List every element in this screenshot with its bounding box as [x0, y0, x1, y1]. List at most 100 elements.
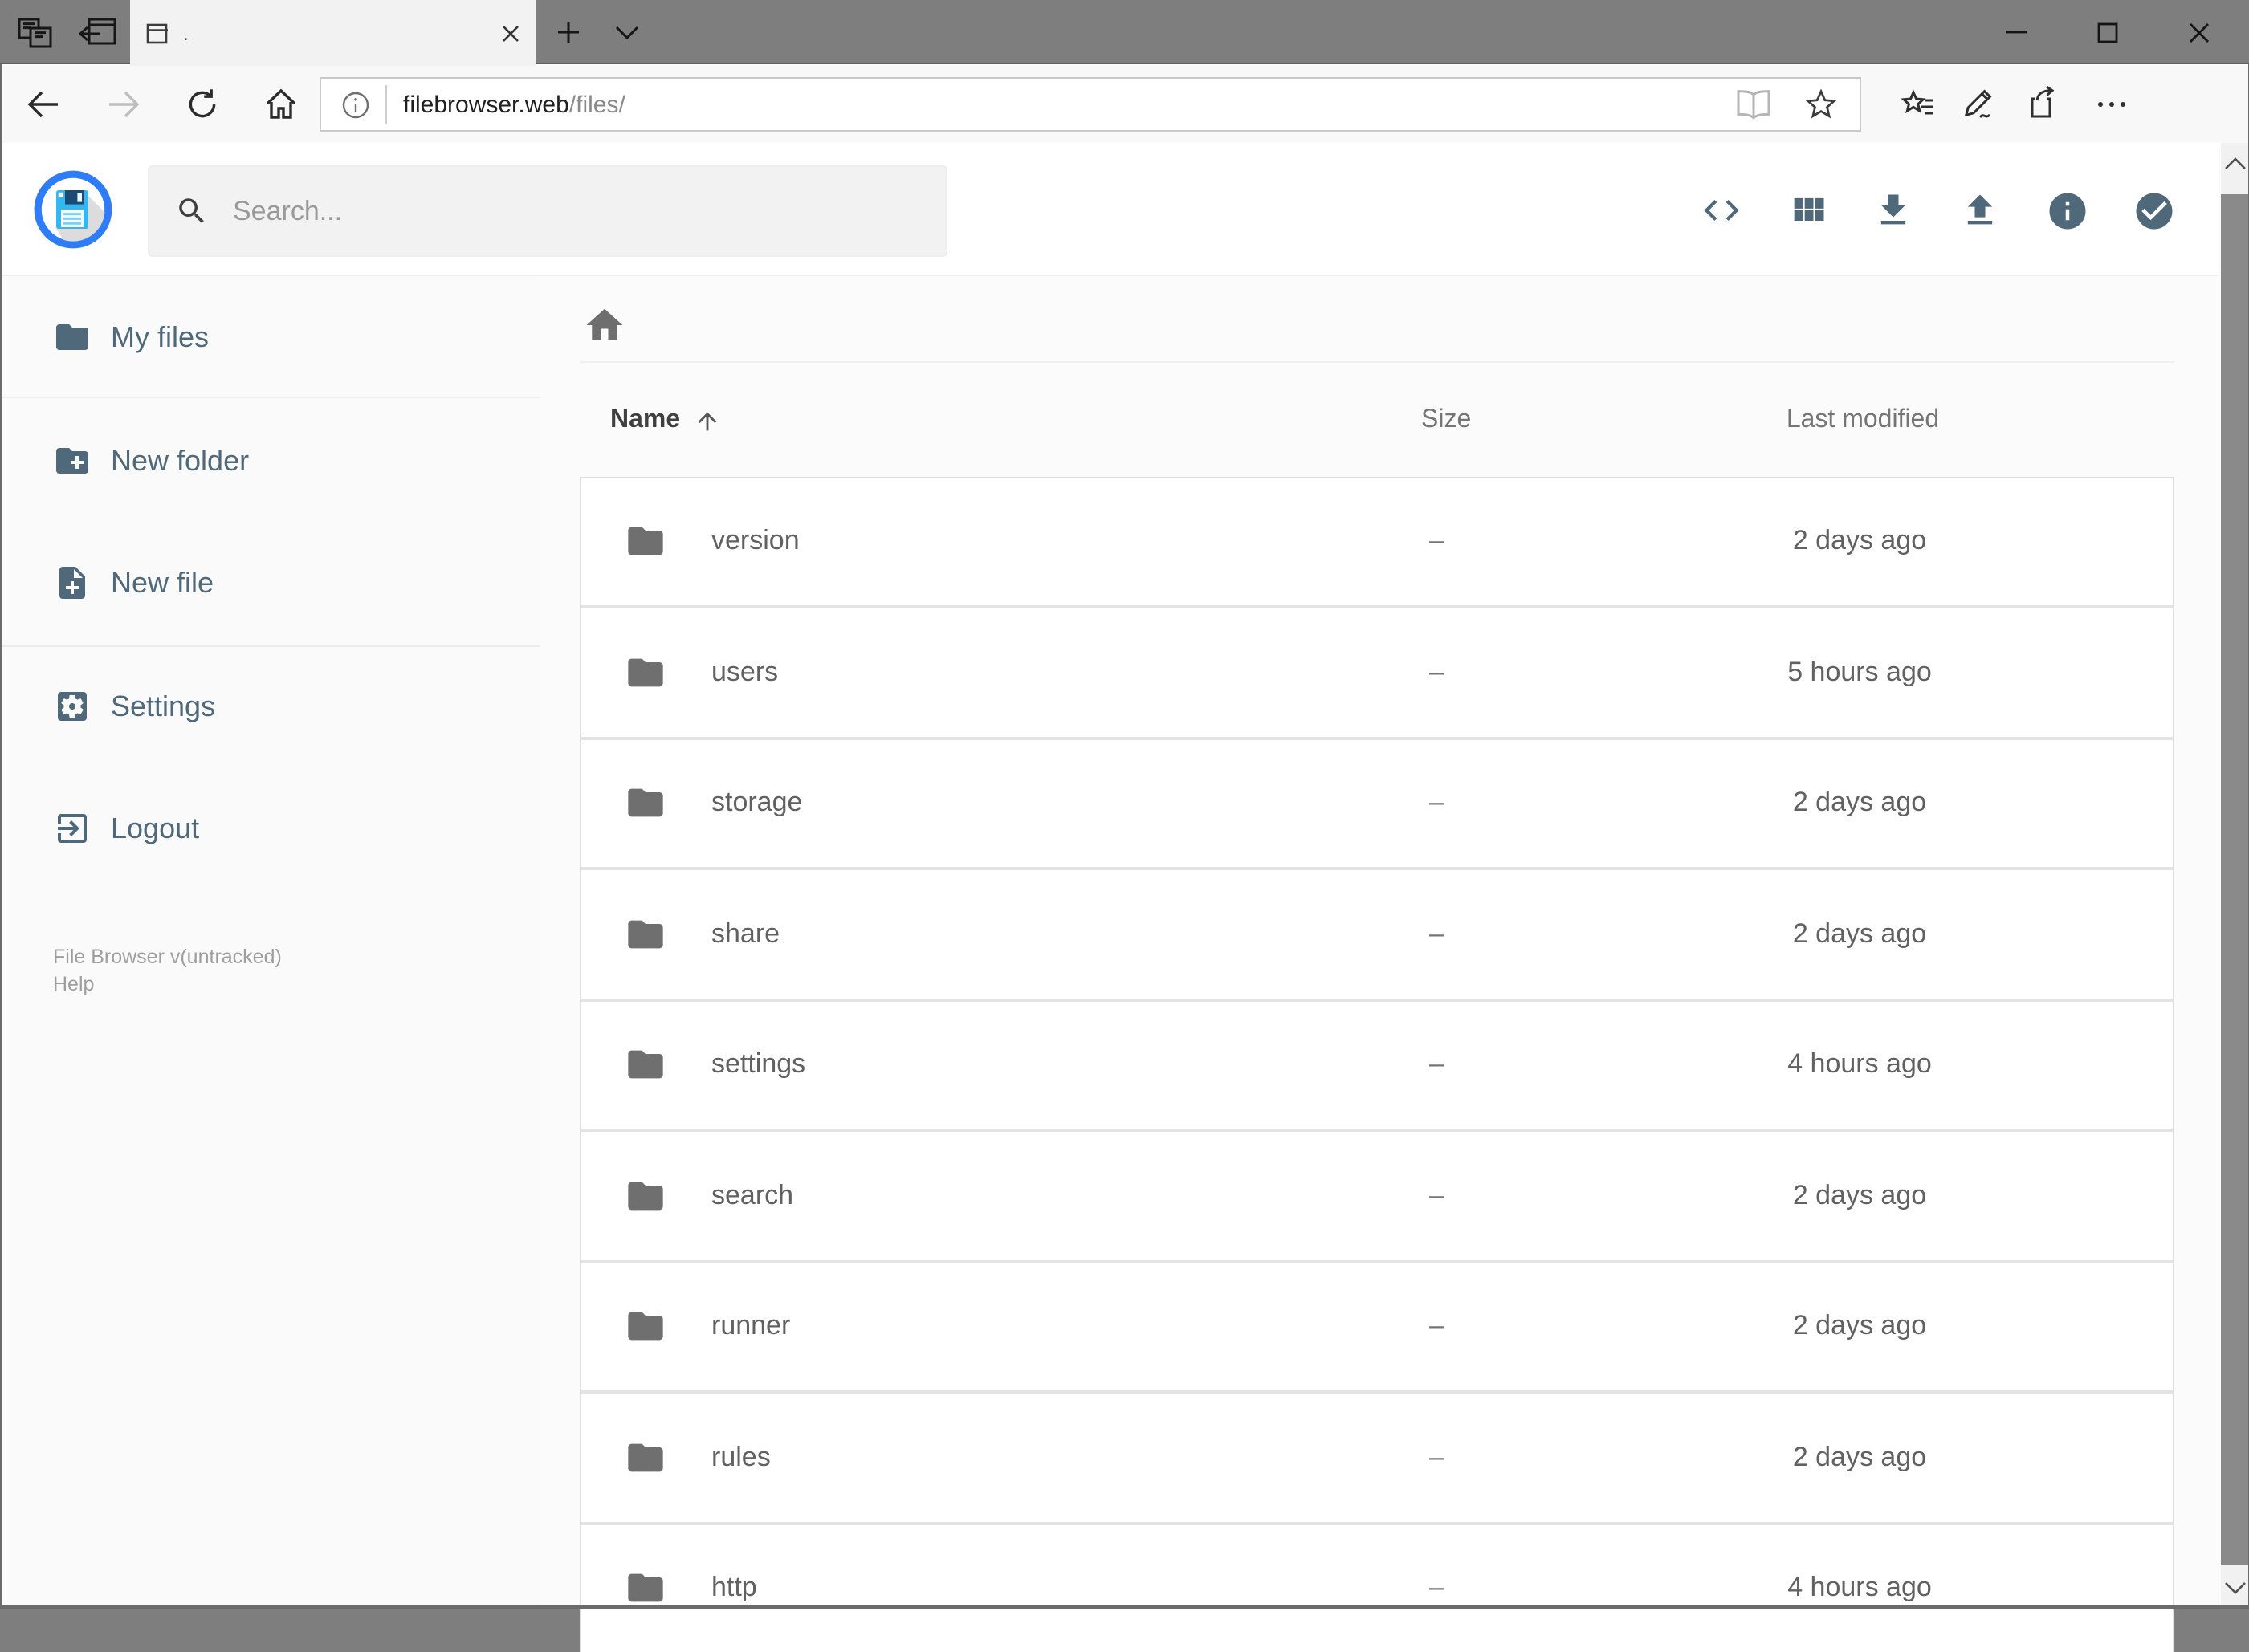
table-row[interactable]: storage – 2 days ago [581, 739, 2173, 867]
file-name: version [711, 525, 800, 556]
file-size: – [1429, 918, 1444, 949]
table-row[interactable]: rules – 2 days ago [581, 1394, 2173, 1521]
address-bar[interactable]: filebrowser.web/files/ [320, 77, 1861, 132]
tab-preview-button[interactable] [10, 0, 61, 64]
folder-icon [625, 651, 666, 693]
column-header-size[interactable]: Size [1421, 392, 1471, 450]
help-link[interactable]: Help [53, 971, 282, 999]
table-row[interactable]: runner – 2 days ago [581, 1263, 2173, 1390]
file-name: rules [711, 1441, 771, 1472]
browser-tab[interactable]: . [130, 0, 536, 66]
download-button[interactable] [1850, 167, 1937, 254]
table-row[interactable]: users – 5 hours ago [581, 608, 2173, 736]
file-modified: 5 hours ago [1787, 656, 1932, 687]
url-host: filebrowser.web [403, 91, 569, 118]
sidebar-item-my-files[interactable]: My files [0, 292, 540, 382]
file-modified: 2 days ago [1792, 918, 1927, 949]
tab-title: . [183, 22, 189, 44]
forward-button[interactable] [88, 66, 159, 143]
file-size: – [1429, 525, 1444, 556]
file-size: – [1429, 1572, 1444, 1603]
tab-preview-icon [18, 17, 53, 47]
code-view-button[interactable] [1678, 167, 1765, 254]
folder-icon [625, 1567, 666, 1609]
folder-icon [625, 913, 666, 954]
sidebar-item-logout[interactable]: Logout [0, 783, 540, 873]
table-row[interactable]: settings – 4 hours ago [581, 1001, 2173, 1129]
maximize-button[interactable] [2062, 0, 2153, 64]
folder-icon [625, 1174, 666, 1216]
browser-toolbar: filebrowser.web/files/ [0, 66, 2249, 143]
hub-favorites-button[interactable] [1884, 66, 1954, 143]
set-tabs-aside-button[interactable] [67, 0, 125, 64]
folder-plus-icon [53, 441, 92, 480]
tab-close-icon[interactable] [501, 23, 520, 43]
favorite-star-icon[interactable] [1803, 87, 1839, 122]
back-button[interactable] [8, 66, 79, 143]
file-listing: version – 2 days ago users – 5 hours ago… [580, 476, 2174, 1652]
filebrowser-logo[interactable] [34, 170, 112, 249]
file-modified: 2 days ago [1792, 1441, 1927, 1472]
scrollbar-thumb[interactable] [2220, 194, 2249, 1565]
title-bar: . [0, 0, 2249, 66]
search-bar[interactable] [148, 165, 947, 257]
sidebar-footer: File Browser v(untracked) Help [53, 944, 282, 999]
sidebar-item-label: Settings [111, 690, 216, 722]
window-border-left [0, 64, 2, 1608]
browser-window: . filebrowser.web /files/ Search... My f… [0, 0, 2249, 1652]
tab-list-dropdown-button[interactable] [604, 0, 649, 64]
file-size: – [1429, 1179, 1444, 1211]
table-row[interactable]: http – 4 hours ago [581, 1524, 2173, 1652]
sidebar: My files New folder New file Settings Lo… [0, 276, 540, 1608]
file-size: – [1429, 787, 1444, 818]
app-header [0, 143, 2219, 276]
share-button[interactable] [2009, 66, 2080, 143]
url-path: /files/ [568, 91, 625, 118]
table-row[interactable]: version – 2 days ago [581, 478, 2173, 605]
file-size: – [1429, 656, 1444, 687]
ink-notes-button[interactable] [1945, 66, 2015, 143]
new-tab-button[interactable] [546, 0, 591, 64]
column-header-modified[interactable]: Last modified [1758, 392, 1967, 450]
table-row[interactable]: search – 2 days ago [581, 1132, 2173, 1259]
minimize-button[interactable] [1970, 0, 2062, 64]
reading-view-icon[interactable] [1736, 88, 1771, 120]
info-button[interactable] [2023, 167, 2110, 254]
sidebar-divider [0, 397, 540, 398]
search-input[interactable] [230, 193, 872, 229]
table-row[interactable]: share – 2 days ago [581, 870, 2173, 998]
sidebar-item-settings[interactable]: Settings [0, 661, 540, 751]
breadcrumb-home-icon[interactable] [583, 303, 626, 347]
page-icon [146, 22, 169, 44]
home-button[interactable] [246, 66, 316, 143]
more-options-button[interactable] [2076, 66, 2147, 143]
sidebar-item-label: My files [111, 320, 210, 352]
folder-icon [625, 1044, 666, 1085]
select-multiple-button[interactable] [2110, 167, 2197, 254]
refresh-button[interactable] [167, 66, 238, 143]
file-plus-icon [53, 564, 92, 602]
sidebar-item-new-file[interactable]: New file [0, 538, 540, 628]
folder-icon [625, 782, 666, 824]
sidebar-item-new-folder[interactable]: New folder [0, 416, 540, 506]
file-size: – [1429, 1048, 1444, 1080]
file-size: – [1429, 1441, 1444, 1472]
file-modified: 4 hours ago [1787, 1572, 1932, 1603]
settings-gear-icon [53, 687, 92, 726]
scroll-down-button[interactable] [2220, 1566, 2249, 1608]
scroll-up-button[interactable] [2220, 143, 2249, 185]
folder-icon [625, 520, 666, 562]
folder-icon [53, 318, 92, 356]
vertical-scrollbar[interactable] [2220, 143, 2249, 1608]
file-modified: 2 days ago [1792, 1310, 1927, 1341]
site-info-icon[interactable] [342, 91, 369, 118]
search-icon [175, 194, 209, 228]
grid-view-button[interactable] [1765, 167, 1852, 254]
upload-button[interactable] [1937, 167, 2023, 254]
plus-icon [556, 19, 581, 45]
close-button[interactable] [2153, 0, 2245, 64]
column-header-name[interactable]: Name [610, 392, 720, 450]
folder-icon [625, 1305, 666, 1347]
file-name: runner [711, 1310, 791, 1341]
file-name: users [711, 656, 779, 687]
